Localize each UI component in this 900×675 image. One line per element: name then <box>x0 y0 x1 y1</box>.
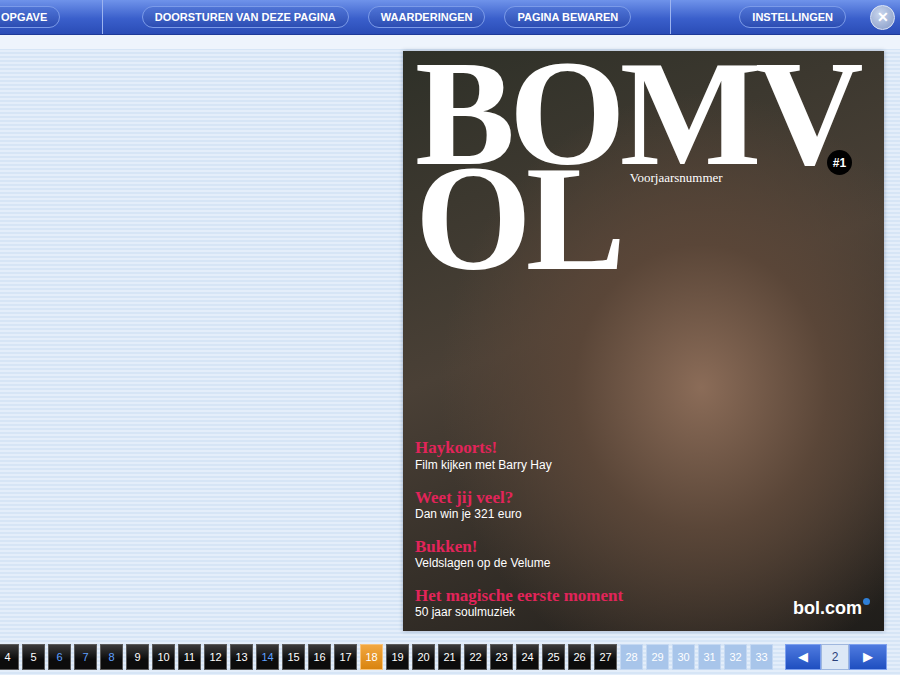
page-tile[interactable]: 4 <box>0 644 19 670</box>
headline-subtitle: Dan win je 321 euro <box>415 507 623 523</box>
page-tile: 32 <box>724 644 747 670</box>
page-navigator: 4567891011121314151617181920212223242526… <box>0 638 900 675</box>
toolbar: OPGAVE DOORSTUREN VAN DEZE PAGINA WAARDERI… <box>0 0 900 35</box>
issue-badge: #1 <box>827 150 852 175</box>
page-tile: 33 <box>750 644 773 670</box>
page-tile: 30 <box>672 644 695 670</box>
headline-subtitle: 50 jaar soulmuziek <box>415 605 623 621</box>
toolbar-group: DOORSTUREN VAN DEZE PAGINA WAARDERINGEN PA… <box>103 0 671 34</box>
spread-nav: ◀2▶ <box>785 644 887 670</box>
page-spread: BOMVOL Voorjaarsnummer #1 Haykoorts!Film ki… <box>0 35 900 638</box>
headline: Bukken!Veldslagen op de Velume <box>415 537 623 572</box>
cover-bottom: Haykoorts!Film kijken met Barry Hay Weet … <box>415 438 870 621</box>
page-tile[interactable]: 12 <box>204 644 227 670</box>
page-tile[interactable]: 14 <box>256 644 279 670</box>
page-tile[interactable]: 16 <box>308 644 331 670</box>
toolbar-button[interactable]: OPGAVE <box>0 6 60 28</box>
toolbar-button[interactable]: WAARDERINGEN <box>368 6 486 28</box>
headline-subtitle: Film kijken met Barry Hay <box>415 458 623 474</box>
page-tile[interactable]: 17 <box>334 644 357 670</box>
masthead-line: OL <box>415 166 620 271</box>
page-tile[interactable]: 13 <box>230 644 253 670</box>
headline-subtitle: Veldslagen op de Velume <box>415 556 623 572</box>
toolbar-group: INSTELLINGEN ✕ <box>671 0 900 34</box>
toolbar-group: OPGAVE <box>0 0 103 34</box>
page-tile[interactable]: 15 <box>282 644 305 670</box>
headline-title: Bukken! <box>415 537 623 557</box>
page-tile: 29 <box>646 644 669 670</box>
page-tile: 28 <box>620 644 643 670</box>
page-tile[interactable]: 11 <box>178 644 201 670</box>
page-tile[interactable]: 19 <box>386 644 409 670</box>
headline-list: Haykoorts!Film kijken met Barry Hay Weet … <box>415 438 623 621</box>
page-tile[interactable]: 27 <box>594 644 617 670</box>
page-tile[interactable]: 18 <box>360 644 383 670</box>
toolbar-button[interactable]: PAGINA BEWAREN <box>504 6 631 28</box>
page-tile[interactable]: 10 <box>152 644 175 670</box>
page-list: 4567891011121314151617181920212223242526… <box>0 644 773 670</box>
prev-button[interactable]: ◀ <box>785 644 821 670</box>
magazine-viewer: OPGAVE DOORSTUREN VAN DEZE PAGINA WAARDERI… <box>0 0 900 675</box>
masthead-row: OL Voorjaarsnummer <box>415 166 870 271</box>
headline: Het magische eerste moment50 jaar soulmu… <box>415 586 623 621</box>
bol-logo: bol.com <box>793 598 870 621</box>
page-tile: 31 <box>698 644 721 670</box>
page-tile[interactable]: 7 <box>74 644 97 670</box>
next-button[interactable]: ▶ <box>849 644 887 670</box>
magazine-cover[interactable]: BOMVOL Voorjaarsnummer #1 Haykoorts!Film ki… <box>403 51 884 631</box>
page-tile[interactable]: 6 <box>48 644 71 670</box>
headline: Haykoorts!Film kijken met Barry Hay <box>415 438 623 473</box>
page-tile[interactable]: 8 <box>100 644 123 670</box>
masthead: BOMVOL Voorjaarsnummer <box>415 61 870 271</box>
page-tile[interactable]: 9 <box>126 644 149 670</box>
page-tile[interactable]: 26 <box>568 644 591 670</box>
page-tile[interactable]: 23 <box>490 644 513 670</box>
edition-label: Voorjaarsnummer <box>630 170 723 186</box>
spread-field[interactable]: 2 <box>821 644 849 670</box>
masthead-line: BOMV <box>415 61 870 166</box>
toolbar-button[interactable]: INSTELLINGEN <box>739 6 846 28</box>
headline-title: Weet jij veel? <box>415 488 623 508</box>
toolbar-button[interactable]: DOORSTUREN VAN DEZE PAGINA <box>142 6 349 28</box>
page-tile[interactable]: 22 <box>464 644 487 670</box>
page-tile[interactable]: 25 <box>542 644 565 670</box>
left-page <box>0 51 403 631</box>
headline: Weet jij veel?Dan win je 321 euro <box>415 488 623 523</box>
close-button[interactable]: ✕ <box>870 5 895 30</box>
headline-title: Haykoorts! <box>415 438 623 458</box>
page-tile[interactable]: 5 <box>22 644 45 670</box>
page-tile[interactable]: 21 <box>438 644 461 670</box>
page-tile[interactable]: 24 <box>516 644 539 670</box>
logo-dot-icon <box>863 598 870 605</box>
headline-title: Het magische eerste moment <box>415 586 623 606</box>
page-tile[interactable]: 20 <box>412 644 435 670</box>
logo-text: bol.com <box>793 598 862 619</box>
